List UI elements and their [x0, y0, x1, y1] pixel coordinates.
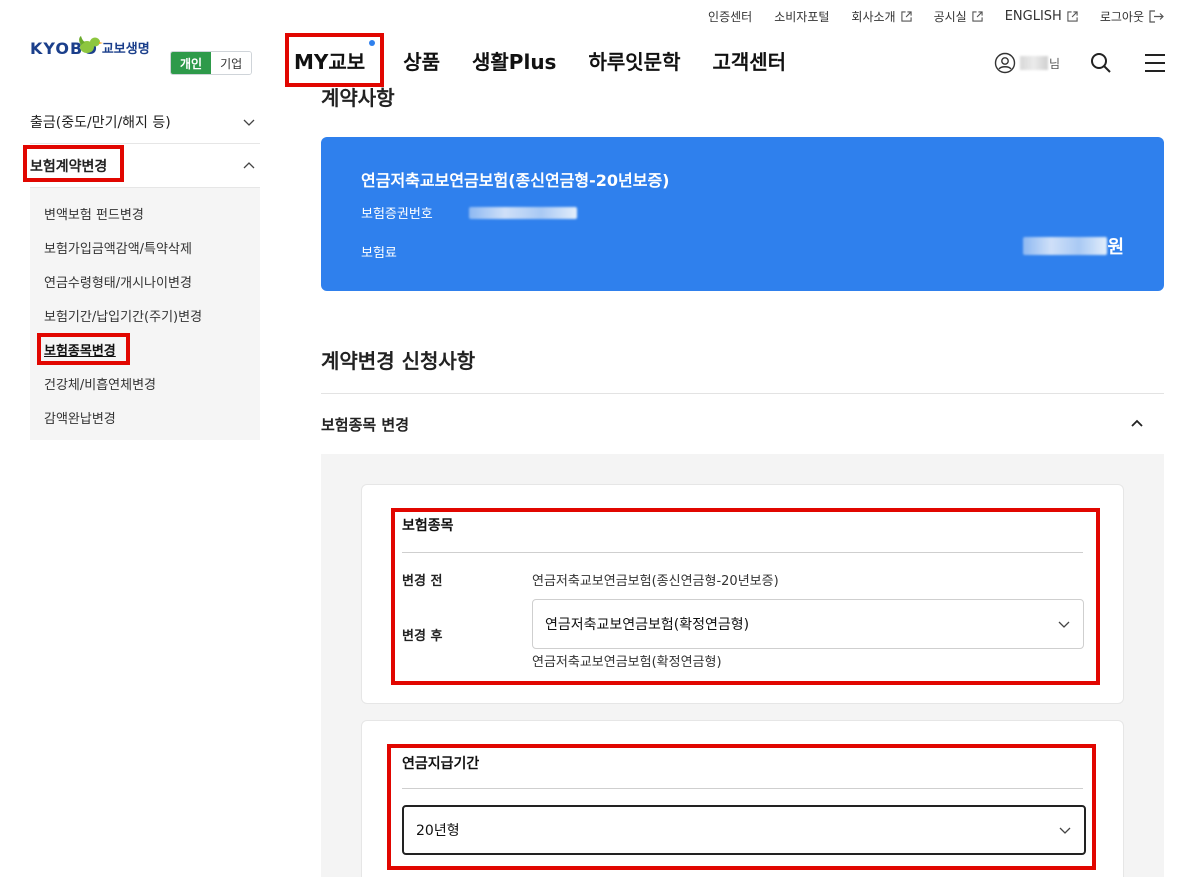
annuity-period-box: 연금지급기간 20년형 — [361, 720, 1124, 877]
util-link-company[interactable]: 회사소개 — [851, 8, 912, 25]
sidebar-item-fund-change[interactable]: 변액보험 펀드변경 — [44, 196, 260, 230]
premium-row: 보험료 — [361, 242, 1124, 261]
sidebar-submenu: 변액보험 펀드변경 보험가입금액감액/특약삭제 연금수령형태/개시나이변경 보험… — [30, 188, 260, 440]
customer-type-toggle: 개인 기업 — [170, 51, 253, 75]
sidebar-item-period-change[interactable]: 보험기간/납입기간(주기)변경 — [44, 298, 260, 332]
premium-label: 보험료 — [361, 246, 397, 261]
after-label: 변경 후 — [402, 629, 443, 644]
annuity-period-title: 연금지급기간 — [402, 756, 480, 772]
util-link-label: ENGLISH — [1004, 9, 1062, 24]
premium-unit: 원 — [1107, 237, 1124, 258]
chevron-down-icon — [243, 119, 255, 126]
chevron-down-icon — [1058, 621, 1070, 628]
util-link-label: 인증센터 — [708, 10, 753, 24]
premium-amount: 원 — [1023, 233, 1124, 259]
section-divider — [321, 393, 1164, 394]
masked-policy-number — [469, 206, 577, 219]
product-type-title: 보험종목 — [402, 518, 454, 534]
left-sidebar: 출금(중도/만기/해지 등) 보험계약변경 변액보험 펀드변경 보험가입금액감액… — [30, 100, 260, 440]
segment-corporate-button[interactable]: 기업 — [211, 52, 252, 74]
box-divider — [402, 788, 1083, 789]
user-icon[interactable] — [994, 52, 1016, 74]
annuity-period-selected: 20년형 — [416, 823, 460, 839]
gnb-label: MY교보 — [294, 49, 366, 74]
logo-korean: 교보생명 — [101, 42, 150, 57]
contract-info-title-text: 계약사항 — [321, 86, 395, 110]
sidebar-item-amount-reduction[interactable]: 보험가입금액감액/특약삭제 — [44, 230, 260, 264]
hamburger-menu-icon[interactable] — [1144, 52, 1166, 74]
bird-logo-icon — [79, 36, 103, 53]
sidebar-category-label: 출금(중도/만기/해지 등) — [30, 114, 171, 131]
utility-bar: 인증센터 소비자포털 회사소개 공시실 ENGLISH 로그아웃 — [686, 8, 1164, 25]
sidebar-category-withdrawal[interactable]: 출금(중도/만기/해지 등) — [30, 100, 260, 144]
change-request-title: 계약변경 신청사항 — [321, 349, 476, 373]
product-type-box: 보험종목 변경 전 연금저축교보연금보험(종신연금형-20년보증) 변경 후 연… — [361, 484, 1124, 704]
segment-personal-button[interactable]: 개인 — [171, 52, 212, 74]
accordion-title: 보험종목 변경 — [321, 415, 410, 434]
util-link-consumer-portal[interactable]: 소비자포털 — [774, 8, 829, 25]
util-link-label: 회사소개 — [851, 10, 896, 24]
sidebar-item-healthy-body-change[interactable]: 건강체/비흡연체변경 — [44, 366, 260, 400]
contract-info-title: 계약사항 — [321, 86, 395, 110]
user-name-suffix: 님 — [1048, 56, 1060, 71]
sidebar-category-contract-change[interactable]: 보험계약변경 — [30, 144, 260, 188]
masked-premium-value — [1023, 237, 1108, 255]
new-indicator-dot — [369, 39, 376, 46]
box-divider — [402, 552, 1083, 553]
external-link-icon — [972, 11, 983, 22]
accordion-product-change[interactable]: 보험종목 변경 — [321, 395, 1164, 453]
chevron-up-icon — [1131, 419, 1143, 427]
util-link-label: 소비자포털 — [774, 10, 830, 24]
chevron-up-icon — [243, 161, 255, 168]
search-icon[interactable] — [1090, 52, 1112, 74]
before-value: 연금저축교보연금보험(종신연금형-20년보증) — [532, 574, 779, 589]
gnb-customer-center[interactable]: 고객센터 — [712, 46, 786, 75]
masked-user-name — [1019, 56, 1048, 70]
gnb-life-plus[interactable]: 생활Plus — [472, 46, 556, 75]
chevron-down-icon — [1059, 827, 1071, 834]
util-link-label: 공시실 — [933, 10, 967, 24]
after-product-text: 연금저축교보연금보험(확정연금형) — [532, 655, 722, 670]
util-link-logout[interactable]: 로그아웃 — [1100, 8, 1164, 25]
sidebar-item-product-type-change[interactable]: 보험종목변경 — [44, 332, 260, 366]
policy-number-row: 보험증권번호 — [361, 203, 1124, 222]
util-link-cert-center[interactable]: 인증센터 — [708, 8, 752, 25]
global-nav: MY교보 상품 생활Plus 하루잇문학 고객센터 — [284, 33, 818, 87]
sidebar-category-label: 보험계약변경 — [30, 158, 108, 175]
kyobo-logo[interactable]: KYOBO 교보생명 — [30, 36, 150, 58]
policy-number-label: 보험증권번호 — [361, 207, 433, 222]
sidebar-item-reduced-paid-up[interactable]: 감액완납변경 — [44, 400, 260, 434]
gnb-my-kyobo[interactable]: MY교보 — [294, 39, 376, 75]
gnb-products[interactable]: 상품 — [403, 46, 440, 75]
annuity-period-select[interactable]: 20년형 — [402, 805, 1086, 855]
header-actions: 님 — [994, 52, 1166, 74]
before-label: 변경 전 — [402, 574, 443, 589]
after-product-selected: 연금저축교보연금보험(확정연금형) — [545, 617, 750, 633]
external-link-icon — [900, 11, 912, 22]
logout-icon — [1149, 10, 1164, 23]
util-link-label: 로그아웃 — [1099, 10, 1144, 24]
contract-summary-card: 연금저축교보연금보험(종신연금형-20년보증) 보험증권번호 보험료 원 — [321, 137, 1164, 291]
util-link-english[interactable]: ENGLISH — [1005, 9, 1078, 24]
after-product-select[interactable]: 연금저축교보연금보험(확정연금형) — [532, 599, 1084, 649]
gnb-daily-literature[interactable]: 하루잇문학 — [588, 46, 680, 75]
sidebar-item-annuity-type-change[interactable]: 연금수령형태/개시나이변경 — [44, 264, 260, 298]
util-link-disclosure[interactable]: 공시실 — [934, 8, 983, 25]
contract-product-name: 연금저축교보연금보험(종신연금형-20년보증) — [361, 171, 670, 190]
external-link-icon — [1067, 11, 1078, 22]
